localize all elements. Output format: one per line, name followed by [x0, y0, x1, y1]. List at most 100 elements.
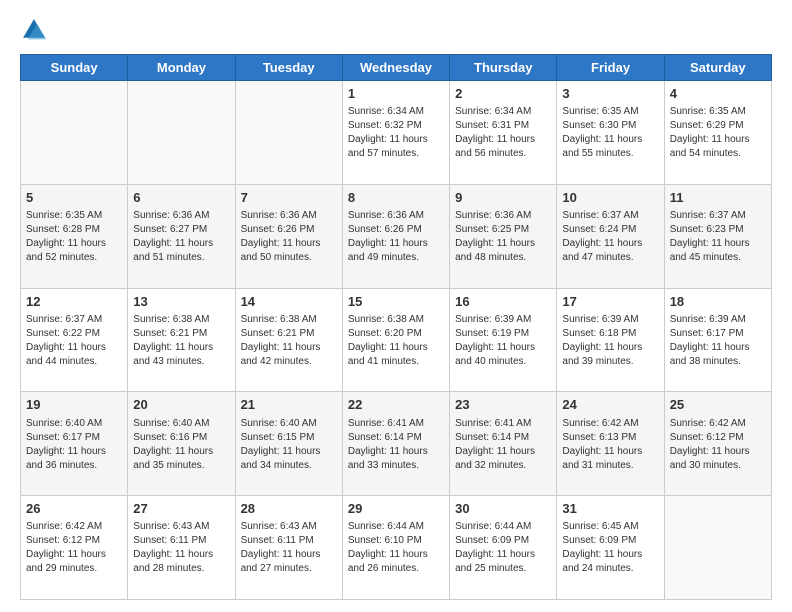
calendar-cell: 31Sunrise: 6:45 AM Sunset: 6:09 PM Dayli…: [557, 496, 664, 600]
day-number: 5: [26, 189, 122, 207]
day-number: 11: [670, 189, 766, 207]
calendar-cell: 8 Sunrise: 6:36 AM Sunset: 6:26 PM Daylig…: [342, 184, 449, 288]
cell-info: Sunrise: 6:37 AM Sunset: 6:23 PM Dayligh…: [670, 209, 766, 265]
calendar-cell: 6 Sunrise: 6:36 AM Sunset: 6:27 PM Daylig…: [128, 184, 235, 288]
day-number: 23: [455, 396, 551, 414]
cell-info: Sunrise: 6:42 AM Sunset: 6:12 PM Dayligh…: [26, 520, 122, 576]
weekday-header-thursday: Thursday: [450, 55, 557, 81]
cell-info: Sunrise: 6:36 AM Sunset: 6:27 PM Dayligh…: [133, 209, 229, 265]
calendar-cell: 10Sunrise: 6:37 AM Sunset: 6:24 PM Dayli…: [557, 184, 664, 288]
weekday-header-row: SundayMondayTuesdayWednesdayThursdayFrid…: [21, 55, 772, 81]
day-number: 15: [348, 293, 444, 311]
cell-info: Sunrise: 6:35 AM Sunset: 6:29 PM Dayligh…: [670, 105, 766, 161]
day-number: 25: [670, 396, 766, 414]
calendar-cell: 24 Sunrise: 6:42 AM Sunset: 6:13 PM Dayli…: [557, 392, 664, 496]
logo-icon: [20, 16, 48, 44]
day-number: 31: [562, 500, 658, 518]
calendar-cell: [128, 81, 235, 185]
calendar-cell: [664, 496, 771, 600]
day-number: 30: [455, 500, 551, 518]
week-row-1: 1Sunrise: 6:34 AM Sunset: 6:32 PM Daylig…: [21, 81, 772, 185]
cell-info: Sunrise: 6:42 AM Sunset: 6:13 PM Dayligh…: [562, 417, 658, 473]
day-number: 19: [26, 396, 122, 414]
calendar-cell: 16 Sunrise: 6:39 AM Sunset: 6:19 PM Dayli…: [450, 288, 557, 392]
week-row-4: 19Sunrise: 6:40 AM Sunset: 6:17 PM Dayli…: [21, 392, 772, 496]
calendar-cell: 17 Sunrise: 6:39 AM Sunset: 6:18 PM Dayli…: [557, 288, 664, 392]
calendar-cell: 15Sunrise: 6:38 AM Sunset: 6:20 PM Dayli…: [342, 288, 449, 392]
calendar-cell: 4 Sunrise: 6:35 AM Sunset: 6:29 PM Daylig…: [664, 81, 771, 185]
calendar-cell: 2 Sunrise: 6:34 AM Sunset: 6:31 PM Daylig…: [450, 81, 557, 185]
cell-info: Sunrise: 6:34 AM Sunset: 6:31 PM Dayligh…: [455, 105, 551, 161]
weekday-header-sunday: Sunday: [21, 55, 128, 81]
calendar-cell: 5 Sunrise: 6:35 AM Sunset: 6:28 PM Daylig…: [21, 184, 128, 288]
day-number: 4: [670, 85, 766, 103]
cell-info: Sunrise: 6:42 AM Sunset: 6:12 PM Dayligh…: [670, 417, 766, 473]
day-number: 26: [26, 500, 122, 518]
cell-info: Sunrise: 6:40 AM Sunset: 6:16 PM Dayligh…: [133, 417, 229, 473]
cell-info: Sunrise: 6:38 AM Sunset: 6:21 PM Dayligh…: [133, 313, 229, 369]
cell-info: Sunrise: 6:37 AM Sunset: 6:24 PM Dayligh…: [562, 209, 658, 265]
day-number: 9: [455, 189, 551, 207]
cell-info: Sunrise: 6:44 AM Sunset: 6:10 PM Dayligh…: [348, 520, 444, 576]
calendar-cell: 12 Sunrise: 6:37 AM Sunset: 6:22 PM Dayli…: [21, 288, 128, 392]
calendar-cell: 25 Sunrise: 6:42 AM Sunset: 6:12 PM Dayli…: [664, 392, 771, 496]
calendar-cell: [21, 81, 128, 185]
calendar-cell: 30 Sunrise: 6:44 AM Sunset: 6:09 PM Dayli…: [450, 496, 557, 600]
cell-info: Sunrise: 6:44 AM Sunset: 6:09 PM Dayligh…: [455, 520, 551, 576]
calendar-cell: 20 Sunrise: 6:40 AM Sunset: 6:16 PM Dayli…: [128, 392, 235, 496]
calendar-cell: 11 Sunrise: 6:37 AM Sunset: 6:23 PM Dayli…: [664, 184, 771, 288]
day-number: 18: [670, 293, 766, 311]
cell-info: Sunrise: 6:36 AM Sunset: 6:26 PM Dayligh…: [348, 209, 444, 265]
weekday-header-tuesday: Tuesday: [235, 55, 342, 81]
calendar-cell: 22Sunrise: 6:41 AM Sunset: 6:14 PM Dayli…: [342, 392, 449, 496]
cell-info: Sunrise: 6:34 AM Sunset: 6:32 PM Dayligh…: [348, 105, 444, 161]
calendar-cell: [235, 81, 342, 185]
day-number: 8: [348, 189, 444, 207]
calendar-cell: 28 Sunrise: 6:43 AM Sunset: 6:11 PM Dayli…: [235, 496, 342, 600]
calendar-cell: 9 Sunrise: 6:36 AM Sunset: 6:25 PM Daylig…: [450, 184, 557, 288]
day-number: 20: [133, 396, 229, 414]
cell-info: Sunrise: 6:37 AM Sunset: 6:22 PM Dayligh…: [26, 313, 122, 369]
cell-info: Sunrise: 6:38 AM Sunset: 6:21 PM Dayligh…: [241, 313, 337, 369]
day-number: 17: [562, 293, 658, 311]
calendar-cell: 21Sunrise: 6:40 AM Sunset: 6:15 PM Dayli…: [235, 392, 342, 496]
cell-info: Sunrise: 6:36 AM Sunset: 6:25 PM Dayligh…: [455, 209, 551, 265]
weekday-header-wednesday: Wednesday: [342, 55, 449, 81]
day-number: 6: [133, 189, 229, 207]
calendar-cell: 3Sunrise: 6:35 AM Sunset: 6:30 PM Daylig…: [557, 81, 664, 185]
calendar-cell: 27 Sunrise: 6:43 AM Sunset: 6:11 PM Dayli…: [128, 496, 235, 600]
cell-info: Sunrise: 6:36 AM Sunset: 6:26 PM Dayligh…: [241, 209, 337, 265]
cell-info: Sunrise: 6:43 AM Sunset: 6:11 PM Dayligh…: [241, 520, 337, 576]
day-number: 12: [26, 293, 122, 311]
day-number: 21: [241, 396, 337, 414]
calendar-cell: 14 Sunrise: 6:38 AM Sunset: 6:21 PM Dayli…: [235, 288, 342, 392]
calendar-cell: 29 Sunrise: 6:44 AM Sunset: 6:10 PM Dayli…: [342, 496, 449, 600]
calendar-cell: 1Sunrise: 6:34 AM Sunset: 6:32 PM Daylig…: [342, 81, 449, 185]
week-row-5: 26 Sunrise: 6:42 AM Sunset: 6:12 PM Dayli…: [21, 496, 772, 600]
cell-info: Sunrise: 6:43 AM Sunset: 6:11 PM Dayligh…: [133, 520, 229, 576]
page: SundayMondayTuesdayWednesdayThursdayFrid…: [0, 0, 792, 612]
weekday-header-friday: Friday: [557, 55, 664, 81]
day-number: 24: [562, 396, 658, 414]
day-number: 3: [562, 85, 658, 103]
day-number: 7: [241, 189, 337, 207]
day-number: 27: [133, 500, 229, 518]
day-number: 28: [241, 500, 337, 518]
cell-info: Sunrise: 6:41 AM Sunset: 6:14 PM Dayligh…: [455, 417, 551, 473]
cell-info: Sunrise: 6:39 AM Sunset: 6:17 PM Dayligh…: [670, 313, 766, 369]
day-number: 29: [348, 500, 444, 518]
calendar-cell: 26 Sunrise: 6:42 AM Sunset: 6:12 PM Dayli…: [21, 496, 128, 600]
calendar-cell: 19Sunrise: 6:40 AM Sunset: 6:17 PM Dayli…: [21, 392, 128, 496]
cell-info: Sunrise: 6:35 AM Sunset: 6:28 PM Dayligh…: [26, 209, 122, 265]
weekday-header-monday: Monday: [128, 55, 235, 81]
day-number: 2: [455, 85, 551, 103]
logo: [20, 16, 52, 44]
calendar-cell: 7 Sunrise: 6:36 AM Sunset: 6:26 PM Daylig…: [235, 184, 342, 288]
day-number: 14: [241, 293, 337, 311]
cell-info: Sunrise: 6:39 AM Sunset: 6:18 PM Dayligh…: [562, 313, 658, 369]
week-row-2: 5 Sunrise: 6:35 AM Sunset: 6:28 PM Daylig…: [21, 184, 772, 288]
day-number: 16: [455, 293, 551, 311]
calendar-table: SundayMondayTuesdayWednesdayThursdayFrid…: [20, 54, 772, 600]
calendar-cell: 23 Sunrise: 6:41 AM Sunset: 6:14 PM Dayli…: [450, 392, 557, 496]
cell-info: Sunrise: 6:39 AM Sunset: 6:19 PM Dayligh…: [455, 313, 551, 369]
